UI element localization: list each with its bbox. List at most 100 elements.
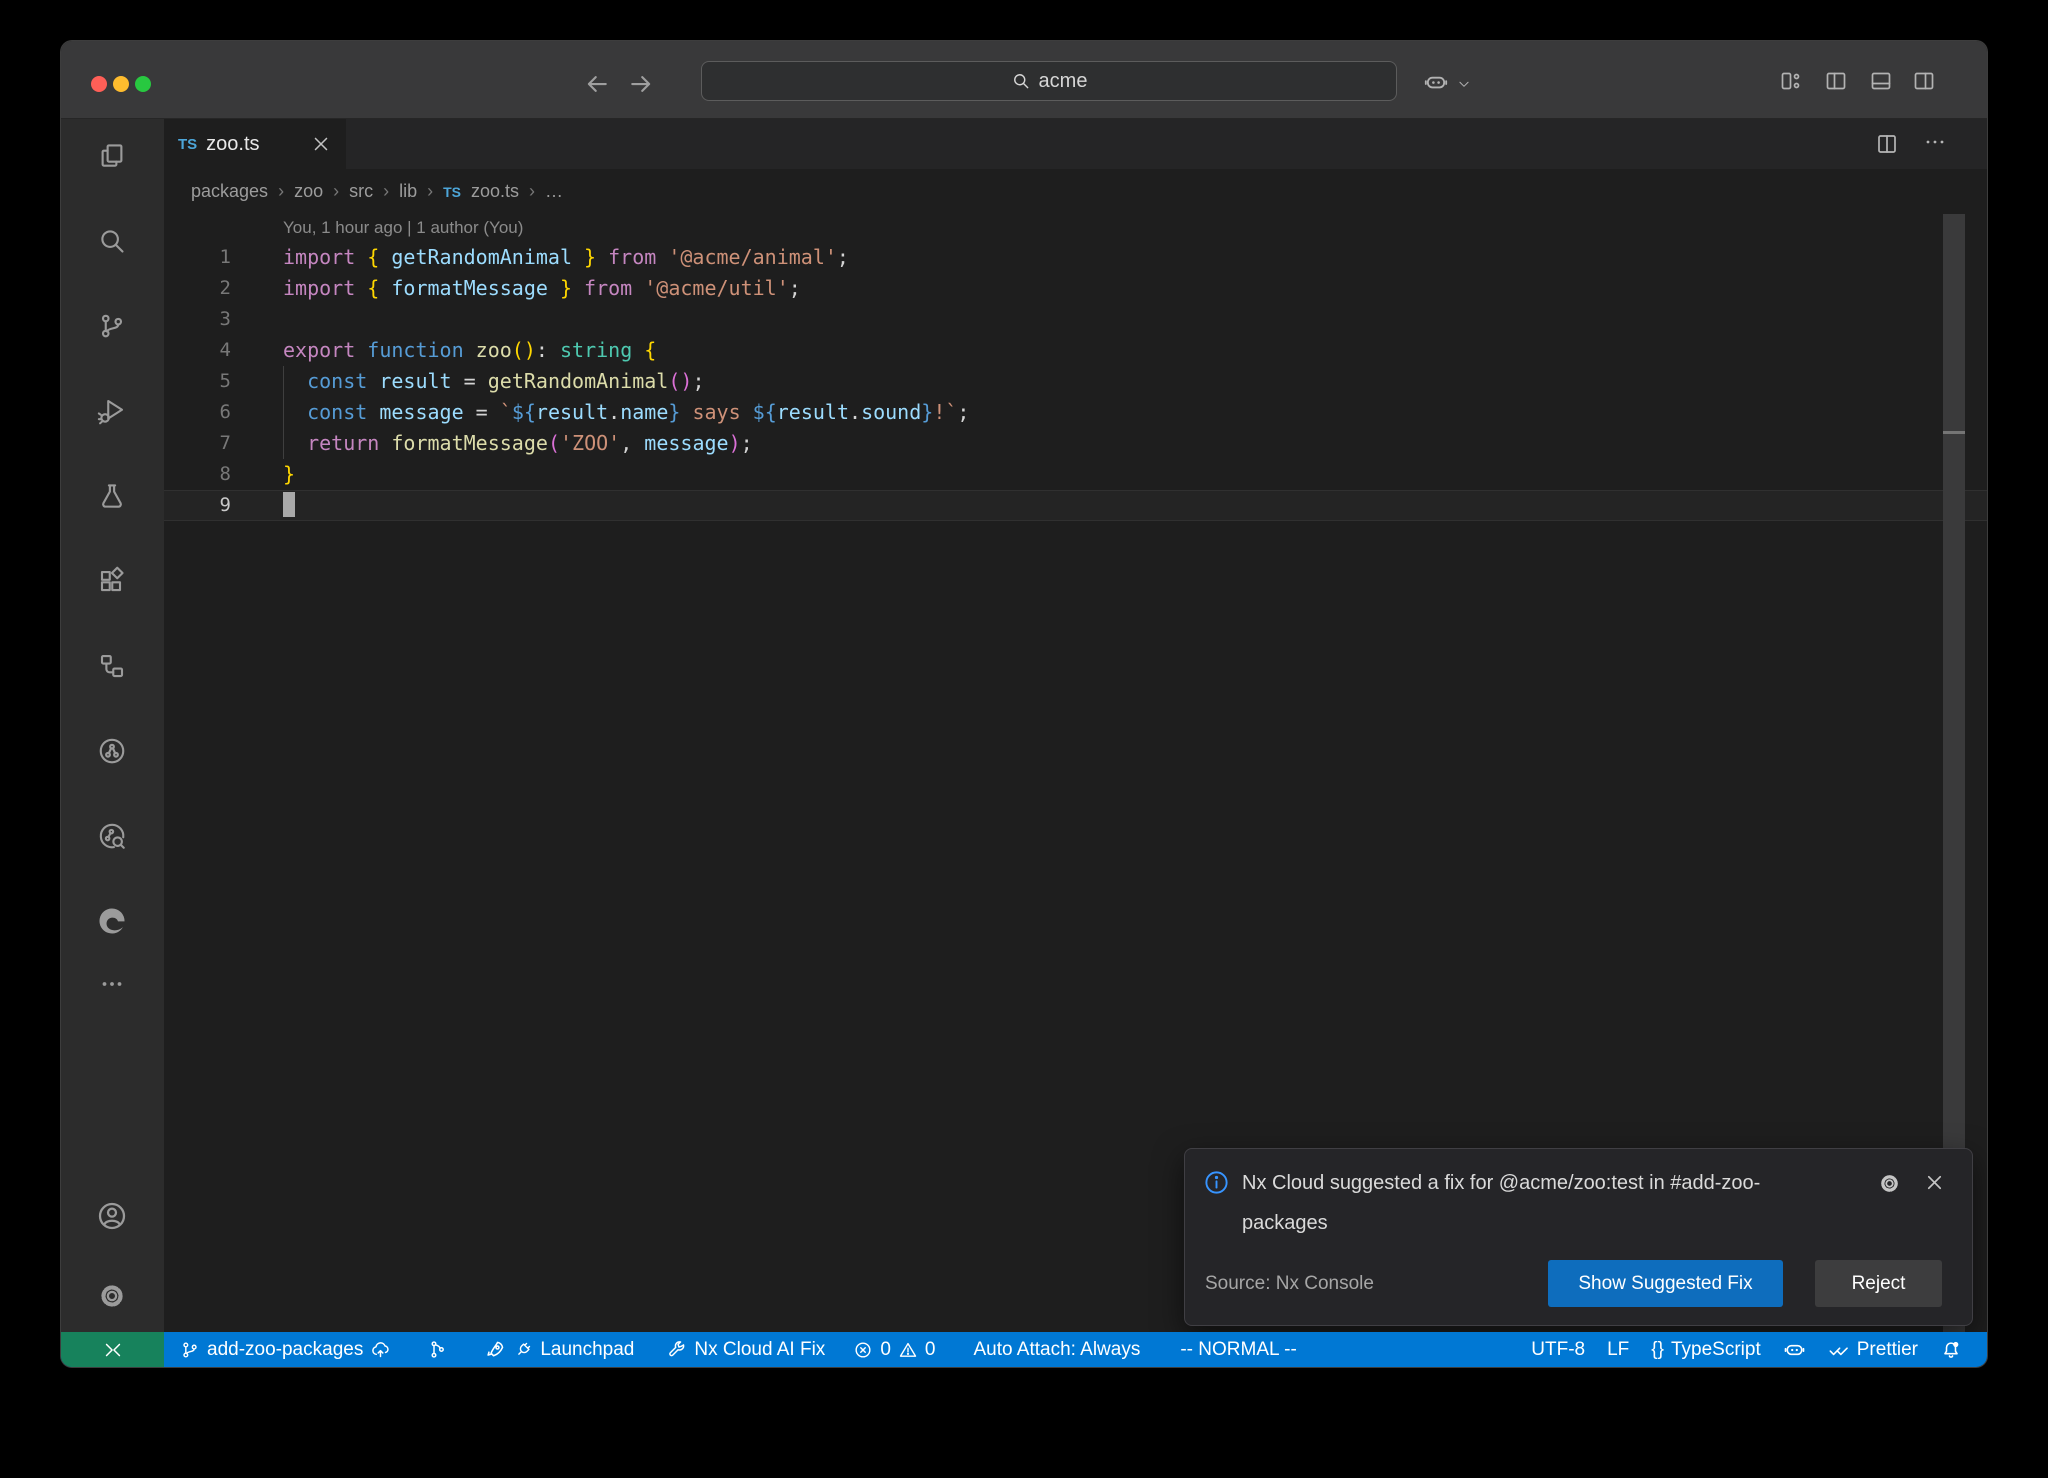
source-control-graph-item[interactable] [416, 1332, 459, 1367]
breadcrumb-item[interactable]: packages [191, 181, 268, 202]
settings-gear-icon[interactable] [92, 1276, 132, 1316]
bell-icon [1940, 1339, 1962, 1361]
toggle-panel-bottom-icon[interactable] [1869, 69, 1893, 93]
back-arrow-icon[interactable] [582, 69, 612, 99]
nx-cloud-fix-item[interactable]: Nx Cloud AI Fix [655, 1332, 836, 1367]
encoding-item[interactable]: UTF-8 [1520, 1332, 1596, 1367]
double-check-icon [1828, 1339, 1850, 1361]
warning-icon [898, 1340, 918, 1360]
editor-more-actions-icon[interactable] [1923, 130, 1947, 159]
code-line-text: return formatMessage('ZOO', message); [239, 428, 753, 459]
formatter-status-item[interactable]: Prettier [1817, 1332, 1929, 1367]
code-line[interactable]: 1import { getRandomAnimal } from '@acme/… [164, 242, 1987, 273]
notifications-bell-item[interactable] [1929, 1332, 1973, 1367]
formatter-label: Prettier [1857, 1339, 1918, 1361]
command-center-search[interactable]: acme [701, 61, 1397, 101]
customize-layout-icon[interactable] [1779, 69, 1803, 93]
code-line-text: import { getRandomAnimal } from '@acme/a… [239, 242, 849, 273]
code-line[interactable]: 5 const result = getRandomAnimal(); [164, 366, 1987, 397]
line-number[interactable]: 4 [164, 335, 239, 366]
forward-arrow-icon[interactable] [626, 69, 656, 99]
line-number[interactable]: 3 [164, 304, 239, 335]
nx-cloud-icon[interactable] [92, 816, 132, 856]
plug-icon [513, 1340, 533, 1360]
minimize-button[interactable] [113, 76, 129, 92]
error-icon [853, 1340, 873, 1360]
toggle-panel-right-icon[interactable] [1912, 69, 1936, 93]
chevron-right-icon: › [278, 181, 284, 202]
branch-name: add-zoo-packages [207, 1339, 363, 1361]
code-line[interactable]: 3 [164, 304, 1987, 335]
chevron-right-icon: › [383, 181, 389, 202]
error-count: 0 [880, 1339, 891, 1361]
titlebar: acme [61, 41, 1987, 119]
auto-attach-item[interactable]: Auto Attach: Always [962, 1332, 1151, 1367]
extensions-icon[interactable] [92, 561, 132, 601]
typescript-file-icon: TS [178, 136, 197, 153]
notification-settings-gear-icon[interactable] [1877, 1171, 1902, 1196]
launchpad-status-item[interactable]: Launchpad [473, 1332, 645, 1367]
reject-button[interactable]: Reject [1815, 1260, 1942, 1307]
breadcrumb-item[interactable]: zoo [294, 181, 323, 202]
nx-console-icon[interactable] [92, 731, 132, 771]
search-value: acme [1039, 70, 1088, 93]
activity-bar [61, 119, 164, 1332]
project-view-icon[interactable] [92, 646, 132, 686]
code-line-text [239, 490, 295, 521]
chevron-down-icon[interactable] [1457, 77, 1471, 91]
breadcrumb-more[interactable]: … [545, 181, 563, 202]
toggle-panel-left-icon[interactable] [1824, 69, 1848, 93]
line-number[interactable]: 1 [164, 242, 239, 273]
code-line-text: export function zoo(): string { [239, 335, 656, 366]
code-line[interactable]: 2import { formatMessage } from '@acme/ut… [164, 273, 1987, 304]
explorer-icon[interactable] [92, 136, 132, 176]
remote-indicator[interactable] [61, 1332, 164, 1367]
code-line[interactable]: 4export function zoo(): string { [164, 335, 1987, 366]
copilot-status-item[interactable] [1772, 1332, 1817, 1367]
copilot-icon[interactable] [1423, 69, 1449, 95]
tab-label: zoo.ts [206, 133, 301, 156]
code-line-text [239, 304, 283, 335]
problems-status-item[interactable]: 0 0 [842, 1332, 946, 1367]
code-line[interactable]: 8} [164, 459, 1987, 490]
line-number[interactable]: 8 [164, 459, 239, 490]
line-number[interactable]: 5 [164, 366, 239, 397]
code-line-text: const message = `${result.name} says ${r… [239, 397, 969, 428]
breadcrumb: packages › zoo › src › lib › TS zoo.ts ›… [164, 169, 1987, 214]
zoom-button[interactable] [135, 76, 151, 92]
eol-item[interactable]: LF [1596, 1332, 1640, 1367]
line-number[interactable]: 7 [164, 428, 239, 459]
code-line[interactable]: 7 return formatMessage('ZOO', message); [164, 428, 1987, 459]
blame-annotation: You, 1 hour ago | 1 author (You) [164, 214, 1987, 242]
vscode-window: acme [60, 40, 1988, 1368]
notification-close-icon[interactable] [1923, 1171, 1946, 1194]
tab-zoo-ts[interactable]: TS zoo.ts [164, 119, 346, 169]
account-icon[interactable] [92, 1196, 132, 1236]
split-editor-icon[interactable] [1875, 132, 1899, 156]
run-debug-icon[interactable] [92, 391, 132, 431]
chevron-right-icon: › [333, 181, 339, 202]
breadcrumb-item[interactable]: src [349, 181, 373, 202]
breadcrumb-file[interactable]: zoo.ts [471, 181, 519, 202]
tab-close-icon[interactable] [310, 133, 332, 155]
show-suggested-fix-button[interactable]: Show Suggested Fix [1548, 1260, 1783, 1307]
vim-mode-indicator[interactable]: -- NORMAL -- [1169, 1332, 1307, 1367]
line-number[interactable]: 6 [164, 397, 239, 428]
edge-browser-icon[interactable] [92, 901, 132, 941]
code-line[interactable]: 9 [164, 490, 1987, 521]
language-mode-item[interactable]: {} TypeScript [1640, 1332, 1771, 1367]
code-line[interactable]: 6 const message = `${result.name} says $… [164, 397, 1987, 428]
more-views-icon[interactable] [92, 964, 132, 1004]
branch-status-item[interactable]: add-zoo-packages [164, 1332, 402, 1367]
source-control-icon[interactable] [92, 306, 132, 346]
breadcrumb-item[interactable]: lib [399, 181, 417, 202]
close-button[interactable] [91, 76, 107, 92]
search-icon [1011, 71, 1031, 91]
search-view-icon[interactable] [92, 221, 132, 261]
copilot-icon [1783, 1338, 1806, 1361]
line-number[interactable]: 2 [164, 273, 239, 304]
testing-icon[interactable] [92, 476, 132, 516]
rocket-icon [484, 1339, 506, 1361]
nx-cloud-fix-label: Nx Cloud AI Fix [694, 1339, 825, 1361]
line-number[interactable]: 9 [164, 490, 239, 521]
